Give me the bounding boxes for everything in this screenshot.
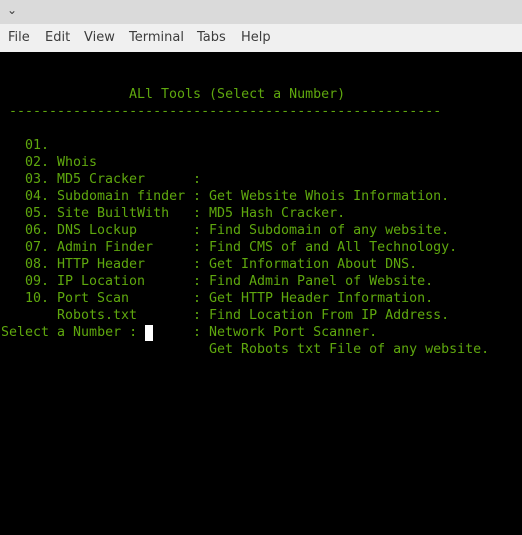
- tool-row: 08. IP Location : Find Location From IP …: [25, 239, 449, 323]
- tool-description: Get Website Whois Information.: [209, 189, 450, 204]
- tool-description: Find Subdomain of any website.: [209, 223, 450, 238]
- tool-colon: :: [193, 257, 202, 272]
- tool-name: IP Location: [57, 274, 146, 289]
- tool-name: MD5 Cracker: [57, 172, 146, 187]
- tool-name: Port Scan: [57, 291, 130, 306]
- tool-name: Subdomain finder: [57, 189, 186, 204]
- tool-name: Robots.txt: [57, 308, 138, 323]
- tool-colon: :: [193, 308, 202, 323]
- tool-name: Admin Finder: [57, 240, 154, 255]
- tool-colon: :: [193, 223, 202, 238]
- tool-row: 02. MD5 Cracker : MD5 Hash Cracker.: [25, 137, 345, 221]
- tool-row: 01. Whois : Get Website Whois Informatio…: [25, 120, 449, 204]
- tool-colon: :: [193, 189, 202, 204]
- tool-row: 04. Site BuiltWith : Find CMS of and All…: [25, 171, 457, 255]
- tool-name: DNS Lockup: [57, 223, 138, 238]
- menu-view[interactable]: View: [84, 30, 115, 46]
- tool-colon: :: [193, 172, 202, 187]
- menu-edit[interactable]: Edit: [45, 30, 70, 46]
- menu-bar: File Edit View Terminal Tabs Help: [0, 24, 522, 52]
- tool-description: Find CMS of and All Technology.: [209, 240, 458, 255]
- tool-name: Site BuiltWith: [57, 206, 170, 221]
- tool-description: Get HTTP Header Information.: [209, 291, 434, 306]
- separator-line: ----------------------------------------…: [9, 104, 442, 119]
- tool-colon: :: [193, 274, 202, 289]
- tool-row: 03. Subdomain finder : Find Subdomain of…: [25, 154, 449, 238]
- tool-row: 09. Port Scan : Network Port Scanner.: [25, 256, 377, 340]
- tool-name: HTTP Header: [57, 257, 146, 272]
- menu-file[interactable]: File: [8, 30, 30, 46]
- tool-description: MD5 Hash Cracker.: [209, 206, 346, 221]
- tool-colon: :: [193, 240, 202, 255]
- menu-terminal[interactable]: Terminal: [129, 30, 184, 46]
- menu-tabs[interactable]: Tabs: [197, 30, 226, 46]
- tool-description: Find Admin Panel of Website.: [209, 274, 434, 289]
- tool-number: 10.: [25, 291, 50, 306]
- tool-colon: :: [193, 206, 202, 221]
- input-prompt: Select a Number :: [1, 325, 146, 340]
- tool-name: Whois: [57, 155, 98, 170]
- text-cursor[interactable]: [145, 325, 153, 341]
- menu-help[interactable]: Help: [241, 30, 271, 46]
- tool-description: Get Information About DNS.: [209, 257, 418, 272]
- tool-colon: :: [193, 291, 202, 306]
- tool-colon: :: [193, 325, 202, 340]
- tools-title: ALl Tools (Select a Number): [129, 87, 346, 102]
- tool-row: 10. Robots.txt : Get Robots txt File of …: [25, 273, 489, 357]
- terminal-area[interactable]: ALl Tools (Select a Number) ------------…: [0, 52, 522, 535]
- tool-description: Get Robots txt File of any website.: [209, 342, 490, 357]
- window-titlebar: ⌄: [0, 0, 522, 24]
- tool-row: 05. DNS Lockup : Get Information About D…: [25, 188, 417, 272]
- tool-description: Network Port Scanner.: [209, 325, 378, 340]
- tool-description: Find Location From IP Address.: [209, 308, 450, 323]
- tool-row: 07. HTTP Header : Get HTTP Header Inform…: [25, 222, 433, 306]
- tool-row: 06. Admin Finder : Find Admin Panel of W…: [25, 205, 433, 289]
- chevron-down-icon[interactable]: ⌄: [7, 2, 17, 18]
